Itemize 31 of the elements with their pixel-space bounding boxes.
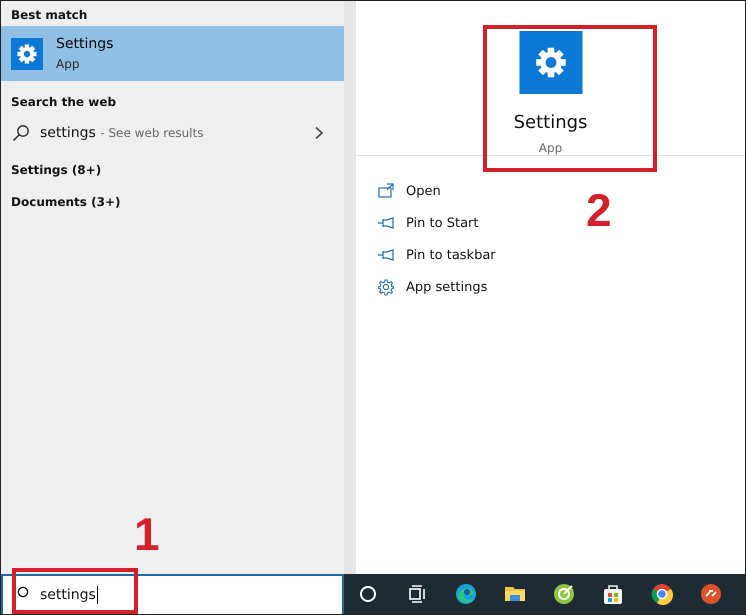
result-item[interactable]: Settings App — [1, 26, 344, 81]
action-item[interactable]: Pin to Start — [378, 207, 478, 239]
app-icon[interactable] — [699, 582, 723, 606]
action-item[interactable]: Open — [378, 175, 441, 207]
action-item[interactable]: Pin to taskbar — [378, 239, 496, 271]
pin-icon — [378, 214, 394, 232]
step-number: 1 — [134, 511, 160, 557]
round-app-icon[interactable] — [650, 582, 674, 606]
category-link[interactable]: Settings (8+) — [1, 153, 344, 185]
search-field[interactable]: settings — [1, 574, 344, 614]
gear-icon — [11, 38, 43, 70]
app-title: Settings — [514, 112, 588, 133]
text-cursor — [96, 586, 98, 604]
result-title: Settings — [56, 36, 114, 52]
pin-icon — [378, 246, 394, 264]
search-icon — [12, 124, 30, 142]
step-number: 2 — [586, 187, 612, 233]
app-subtitle: App — [538, 141, 562, 155]
section-heading: Search the web — [10, 94, 118, 111]
swirl-icon[interactable] — [454, 582, 478, 606]
open-window-icon — [378, 182, 394, 200]
web-search-result[interactable]: settings - See web results — [40, 125, 314, 141]
settings-icon — [378, 278, 394, 296]
circle-icon — [17, 586, 29, 598]
section-heading: Best match — [10, 7, 88, 24]
result-subtitle: App — [56, 57, 80, 71]
disc-icon[interactable] — [552, 582, 576, 606]
category-link[interactable]: Documents (3+) — [1, 185, 344, 217]
action-item[interactable]: App settings — [378, 271, 488, 303]
chevron-right-icon — [314, 126, 324, 140]
gear-icon — [518, 31, 582, 94]
